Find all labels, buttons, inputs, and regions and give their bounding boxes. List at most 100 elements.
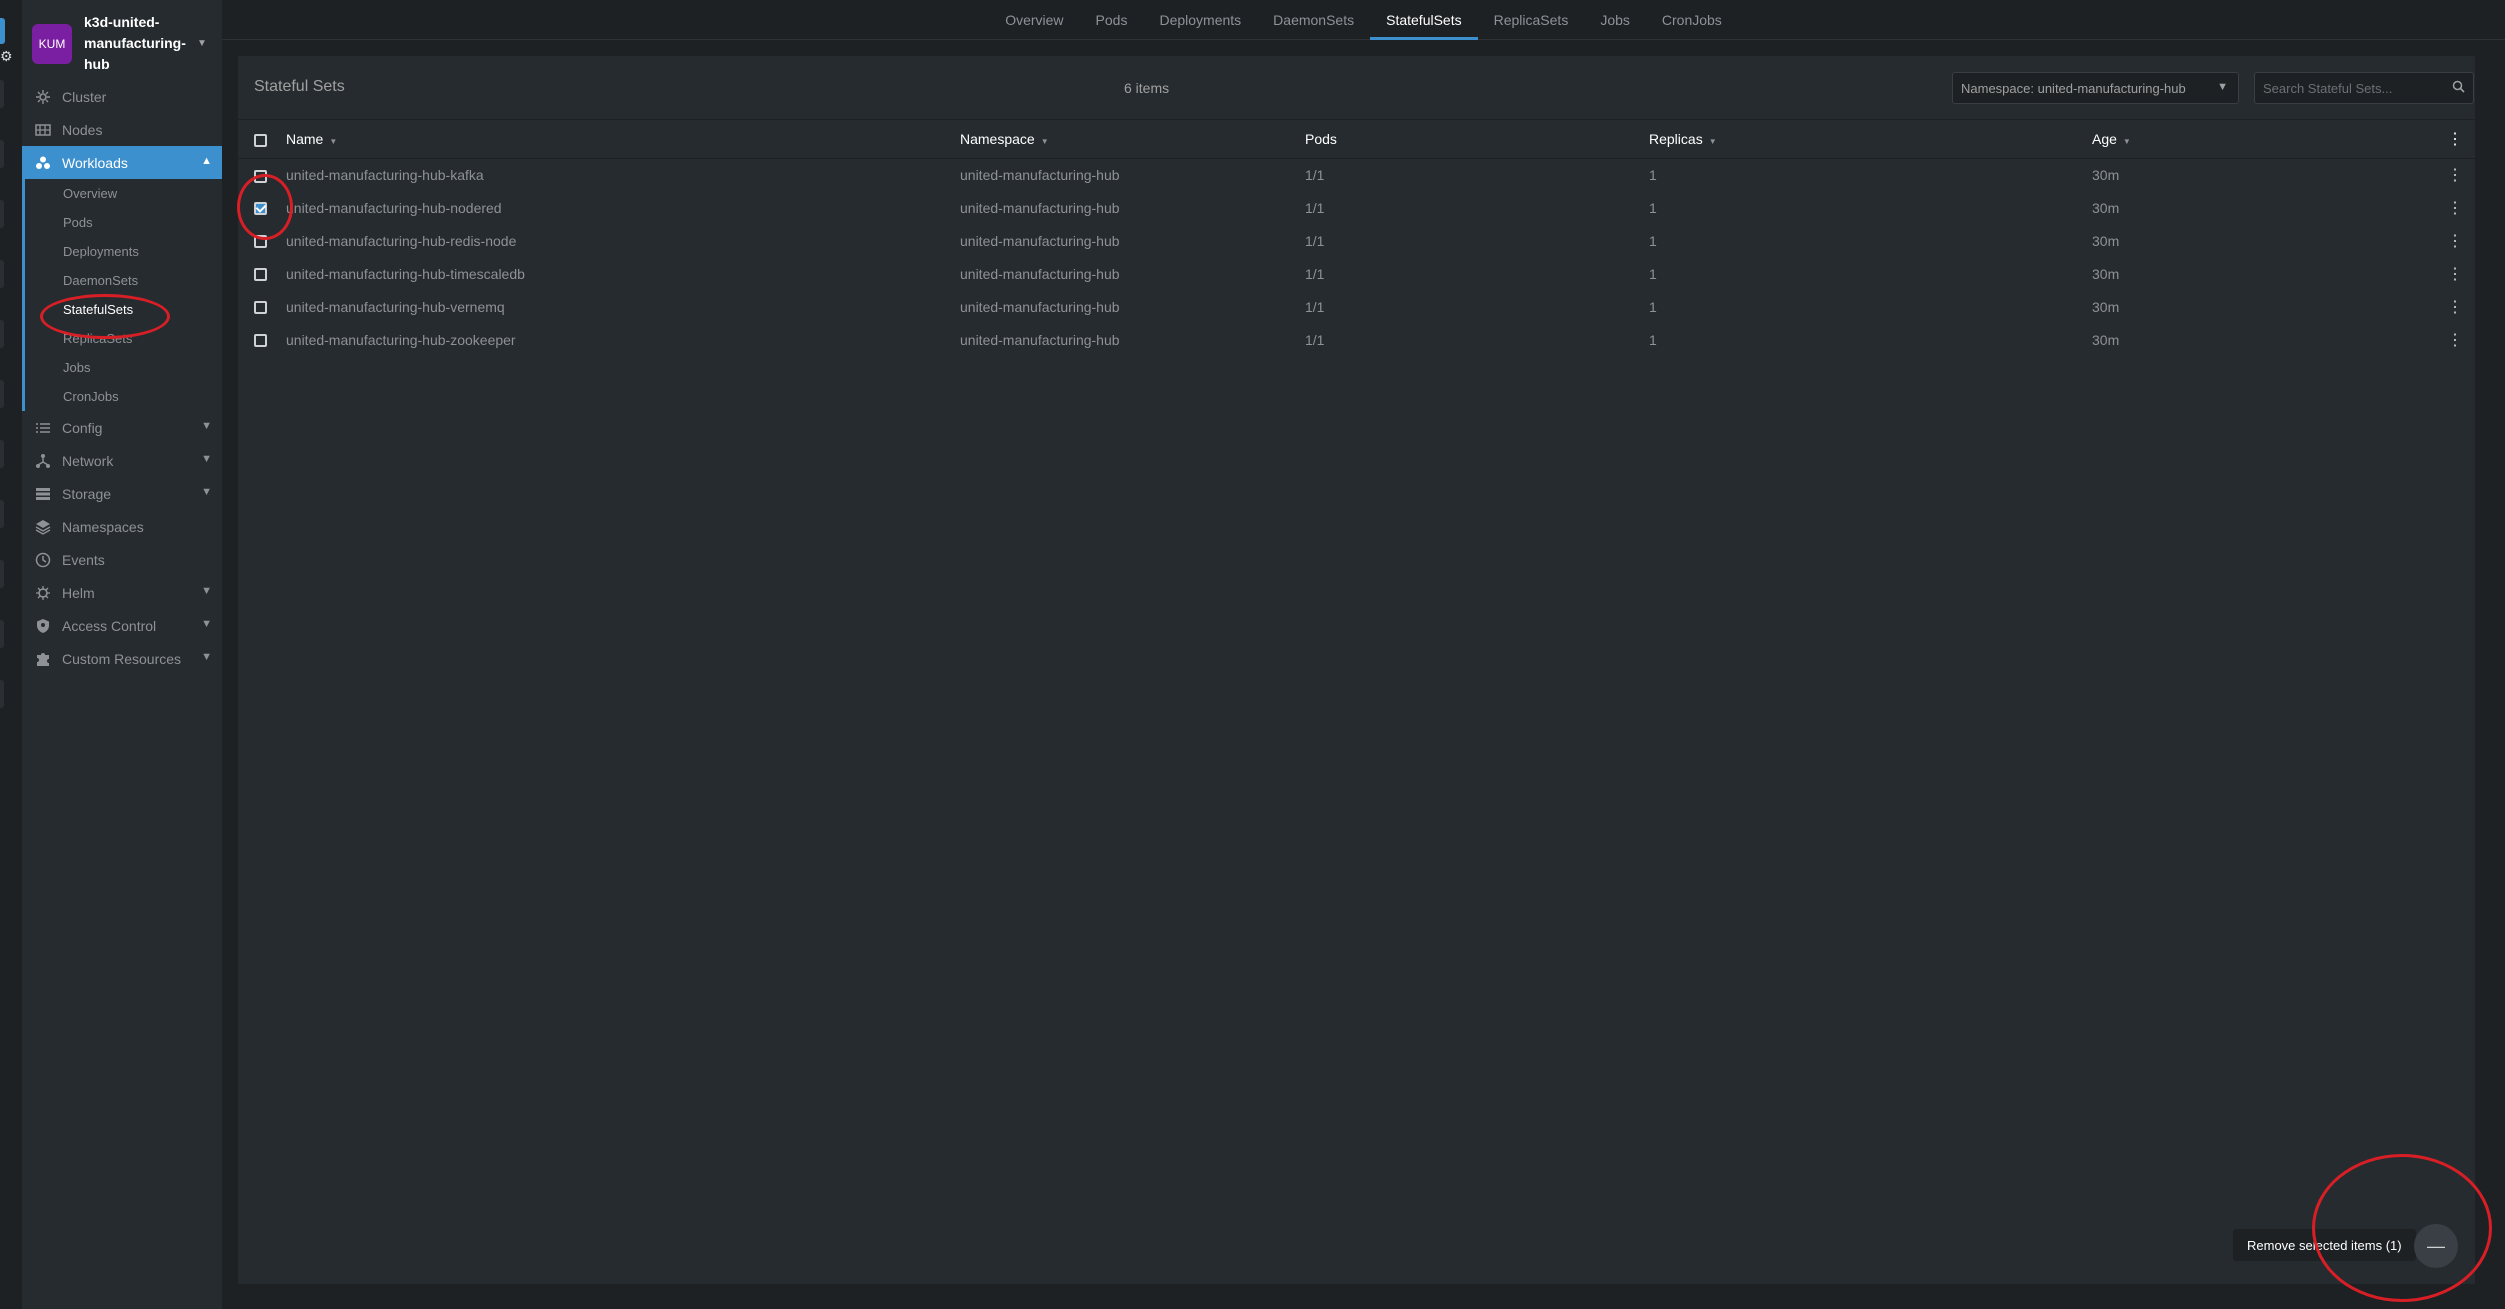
tab-replicasets[interactable]: ReplicaSets bbox=[1478, 0, 1585, 40]
sidebar-item-label: Access Control bbox=[62, 617, 157, 634]
sidebar-item-label: Storage bbox=[62, 485, 112, 502]
tab-daemonsets[interactable]: DaemonSets bbox=[1257, 0, 1370, 40]
cell-namespace: united-manufacturing-hub bbox=[960, 199, 1120, 216]
column-header-age[interactable]: Age ▼ bbox=[2092, 120, 2435, 158]
column-header-label: Pods bbox=[1305, 130, 1337, 147]
sidebar-item-network[interactable]: Network ▼ bbox=[22, 444, 222, 477]
sidebar-item-events[interactable]: Events bbox=[22, 543, 222, 576]
table-row[interactable]: united-manufacturing-hub-nodered united-… bbox=[238, 191, 2475, 224]
row-menu-icon[interactable]: ⋮ bbox=[2435, 257, 2475, 290]
cell-name: united-manufacturing-hub-kafka bbox=[286, 166, 484, 183]
tab-overview[interactable]: Overview bbox=[989, 0, 1079, 40]
sidebar-item-storage[interactable]: Storage ▼ bbox=[22, 477, 222, 510]
tab-cronjobs[interactable]: CronJobs bbox=[1646, 0, 1738, 40]
row-menu-icon[interactable]: ⋮ bbox=[2435, 224, 2475, 257]
namespace-select-value: Namespace: united-manufacturing-hub bbox=[1961, 80, 2186, 96]
row-checkbox[interactable] bbox=[254, 202, 267, 216]
sidebar-subitem-overview[interactable]: Overview bbox=[25, 179, 222, 208]
sidebar-item-workloads[interactable]: Workloads ▲ bbox=[22, 146, 222, 179]
row-select-cell bbox=[238, 323, 286, 356]
table-row[interactable]: united-manufacturing-hub-zookeeper unite… bbox=[238, 323, 2475, 356]
chevron-down-icon[interactable]: ▼ bbox=[201, 420, 212, 432]
cell-replicas: 1 bbox=[1649, 265, 1657, 282]
sidebar-item-nodes[interactable]: Nodes bbox=[22, 113, 222, 146]
chevron-down-icon[interactable]: ▼ bbox=[201, 651, 212, 663]
caret-down-icon[interactable]: ▼ bbox=[197, 38, 207, 49]
sidebar-item-helm[interactable]: Helm ▼ bbox=[22, 576, 222, 609]
row-checkbox[interactable] bbox=[254, 268, 267, 282]
sidebar-item-namespaces[interactable]: Namespaces bbox=[22, 510, 222, 543]
search-icon[interactable] bbox=[2452, 80, 2465, 96]
row-menu-icon[interactable]: ⋮ bbox=[2435, 290, 2475, 323]
search-box[interactable] bbox=[2254, 72, 2474, 104]
cluster-header[interactable]: KUM k3d-united-manufacturing-hub ▼ bbox=[22, 0, 222, 80]
gear-icon[interactable]: ⚙ bbox=[0, 48, 13, 65]
cell-namespace: united-manufacturing-hub bbox=[960, 166, 1120, 183]
hotbar-marker bbox=[0, 140, 4, 168]
table-row[interactable]: united-manufacturing-hub-vernemq united-… bbox=[238, 290, 2475, 323]
column-header-name[interactable]: Name ▼ bbox=[286, 120, 960, 158]
table-row[interactable]: united-manufacturing-hub-redis-node unit… bbox=[238, 224, 2475, 257]
remove-selected-button[interactable]: — bbox=[2414, 1224, 2458, 1268]
panel-header: Stateful Sets 6 items Namespace: united-… bbox=[238, 56, 2475, 120]
column-header-namespace[interactable]: Namespace ▼ bbox=[960, 120, 1305, 158]
row-select-cell bbox=[238, 257, 286, 290]
table-header-row: Name ▼ Namespace ▼ Pods Replicas ▼ Age ▼ ⋮ bbox=[238, 120, 2475, 158]
sidebar-item-config[interactable]: Config ▼ bbox=[22, 411, 222, 444]
sidebar-item-access-control[interactable]: Access Control ▼ bbox=[22, 609, 222, 642]
row-select-cell bbox=[238, 191, 286, 224]
sidebar-item-custom-resources[interactable]: Custom Resources ▼ bbox=[22, 642, 222, 675]
sort-icon[interactable]: ▼ bbox=[2123, 137, 2131, 146]
workloads-tabs: Overview Pods Deployments DaemonSets Sta… bbox=[222, 0, 2505, 40]
row-menu-icon[interactable]: ⋮ bbox=[2435, 191, 2475, 224]
tab-statefulsets[interactable]: StatefulSets bbox=[1370, 0, 1478, 40]
hotbar-active-indicator[interactable] bbox=[0, 18, 5, 44]
row-menu-icon[interactable]: ⋮ bbox=[2435, 158, 2475, 191]
table-row[interactable]: united-manufacturing-hub-kafka united-ma… bbox=[238, 158, 2475, 191]
tab-deployments[interactable]: Deployments bbox=[1143, 0, 1257, 40]
tab-pods[interactable]: Pods bbox=[1080, 0, 1144, 40]
sidebar-subitem-daemonsets[interactable]: DaemonSets bbox=[25, 266, 222, 295]
cell-age: 30m bbox=[2092, 265, 2120, 282]
events-icon bbox=[34, 551, 52, 569]
statefulsets-panel: Stateful Sets 6 items Namespace: united-… bbox=[238, 56, 2475, 1284]
cluster-name[interactable]: k3d-united-manufacturing-hub bbox=[84, 12, 194, 75]
sort-icon[interactable]: ▼ bbox=[1709, 137, 1717, 146]
row-checkbox[interactable] bbox=[254, 169, 267, 183]
sidebar-subitem-statefulsets[interactable]: StatefulSets bbox=[25, 295, 222, 324]
cell-name: united-manufacturing-hub-vernemq bbox=[286, 298, 505, 315]
row-checkbox[interactable] bbox=[254, 334, 267, 348]
sort-icon[interactable]: ▼ bbox=[1041, 137, 1049, 146]
column-header-replicas[interactable]: Replicas ▼ bbox=[1649, 120, 2092, 158]
access-control-icon bbox=[34, 617, 52, 635]
nodes-icon bbox=[34, 121, 52, 139]
sort-icon[interactable]: ▼ bbox=[329, 137, 337, 146]
chevron-down-icon[interactable]: ▼ bbox=[201, 618, 212, 630]
select-all-checkbox[interactable] bbox=[254, 133, 267, 147]
tab-jobs[interactable]: Jobs bbox=[1584, 0, 1646, 40]
chevron-down-icon[interactable]: ▼ bbox=[201, 585, 212, 597]
search-input[interactable] bbox=[2263, 80, 2443, 96]
sidebar-subitem-jobs[interactable]: Jobs bbox=[25, 353, 222, 382]
row-menu-icon[interactable]: ⋮ bbox=[2435, 323, 2475, 356]
chevron-down-icon[interactable]: ▼ bbox=[201, 453, 212, 465]
sidebar-subitem-replicasets[interactable]: ReplicaSets bbox=[25, 324, 222, 353]
row-select-cell bbox=[238, 158, 286, 191]
namespace-select[interactable]: Namespace: united-manufacturing-hub ▼ bbox=[1952, 72, 2239, 104]
row-checkbox[interactable] bbox=[254, 301, 267, 315]
sidebar-subitem-pods[interactable]: Pods bbox=[25, 208, 222, 237]
chevron-up-icon[interactable]: ▲ bbox=[201, 155, 212, 167]
sidebar-item-label: Namespaces bbox=[62, 518, 144, 535]
cell-pods: 1/1 bbox=[1305, 331, 1325, 348]
row-checkbox[interactable] bbox=[254, 235, 267, 249]
columns-menu-icon[interactable]: ⋮ bbox=[2435, 120, 2475, 158]
sidebar-subitem-deployments[interactable]: Deployments bbox=[25, 237, 222, 266]
cell-pods: 1/1 bbox=[1305, 166, 1325, 183]
table-row[interactable]: united-manufacturing-hub-timescaledb uni… bbox=[238, 257, 2475, 290]
hotbar: ⚙ bbox=[0, 0, 22, 1309]
network-icon bbox=[34, 452, 52, 470]
chevron-down-icon[interactable]: ▼ bbox=[201, 486, 212, 498]
cluster-avatar[interactable]: KUM bbox=[32, 24, 72, 64]
sidebar-subitem-cronjobs[interactable]: CronJobs bbox=[25, 382, 222, 411]
sidebar-item-cluster[interactable]: Cluster bbox=[22, 80, 222, 113]
